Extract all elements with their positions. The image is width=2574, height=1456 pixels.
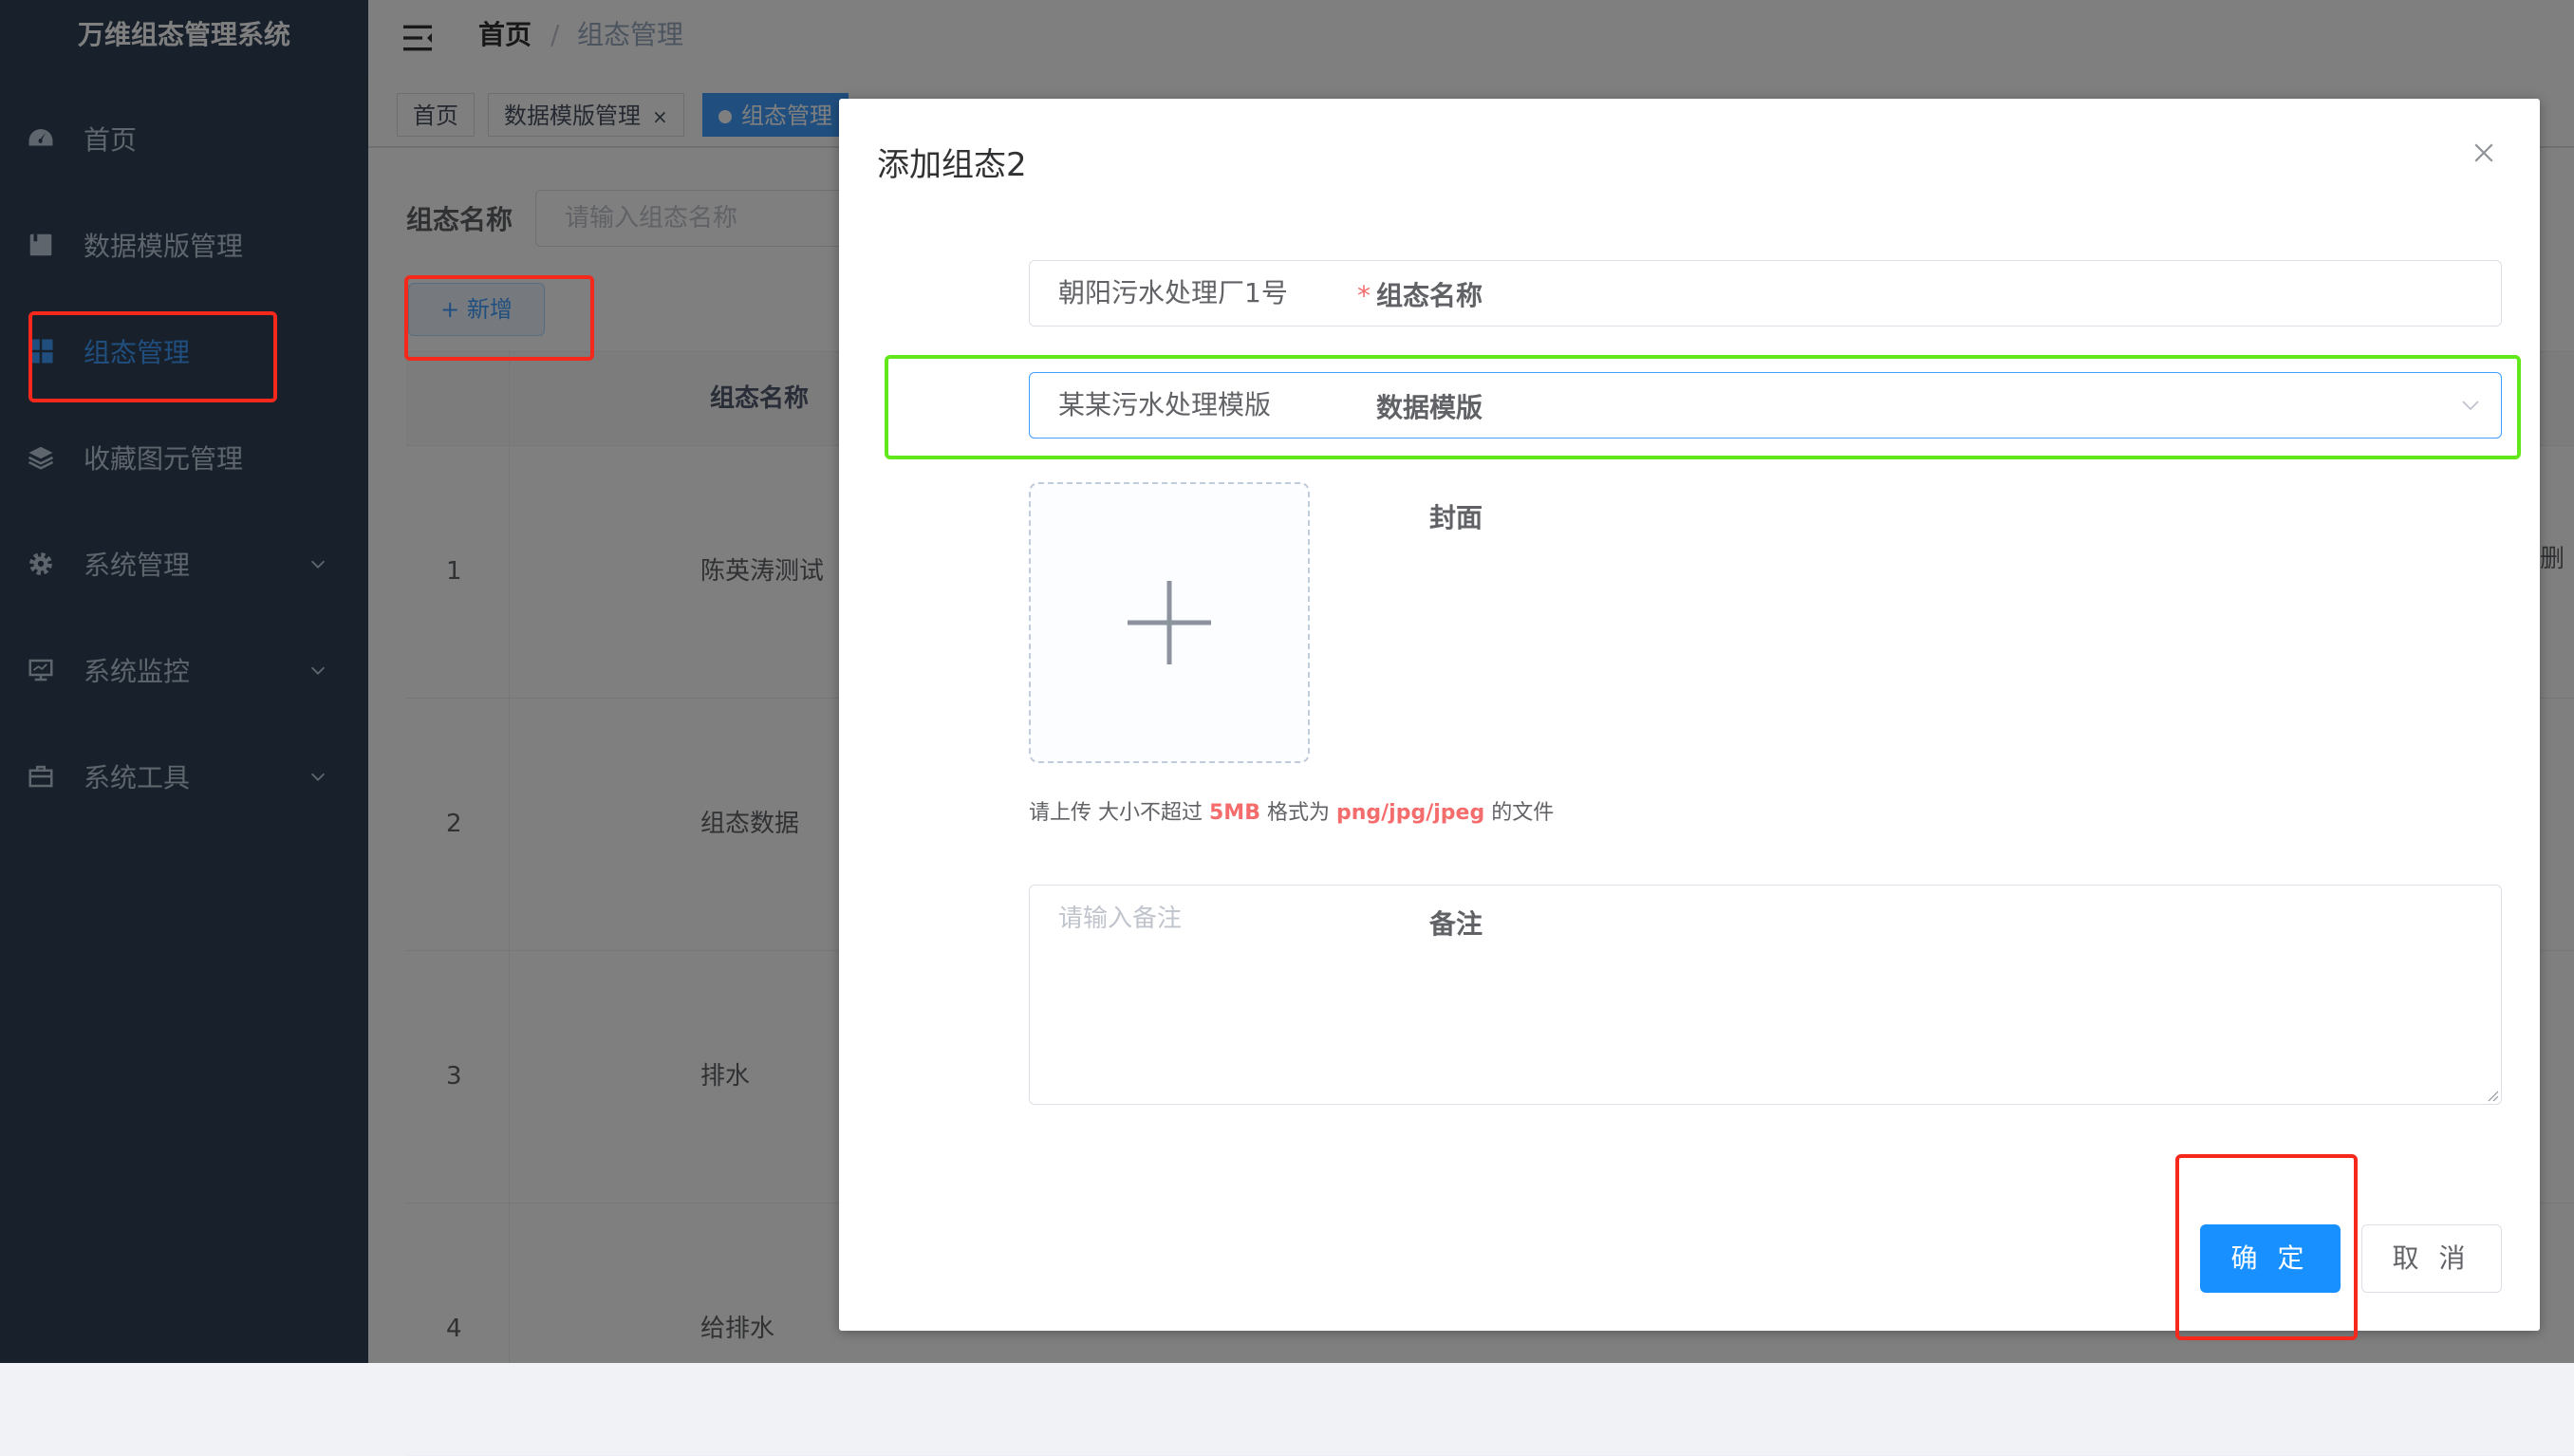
cancel-button[interactable]: 取 消 xyxy=(2361,1224,2502,1293)
upload-tip-suffix: 的文件 xyxy=(1484,801,1555,825)
upload-tip-size: 5MB xyxy=(1209,801,1260,825)
add-config-dialog: 添加组态2 * 组态名称 朝阳污水处理厂1号 数据模版 某某污水处理模版 封面 请… xyxy=(839,99,2540,1331)
dialog-title: 添加组态2 xyxy=(877,146,1027,184)
close-icon[interactable] xyxy=(2470,139,2498,167)
annotation-box-confirm xyxy=(2175,1154,2358,1340)
upload-tip-middle: 格式为 xyxy=(1259,801,1336,825)
resize-handle-icon[interactable] xyxy=(2484,1087,2499,1102)
annotation-box-sidebar xyxy=(28,311,277,402)
annotation-box-add xyxy=(404,275,594,361)
upload-tip-formats: png/jpg/jpeg xyxy=(1335,801,1485,825)
cover-uploader[interactable] xyxy=(1029,482,1310,763)
upload-tip-prefix: 请上传 大小不超过 xyxy=(1029,801,1209,825)
remark-placeholder: 请输入备注 xyxy=(1058,905,1183,933)
annotation-box-template xyxy=(885,355,2521,459)
cover-field-label: 封面 xyxy=(1428,502,1483,533)
plus-icon xyxy=(1128,581,1211,664)
remark-textarea[interactable]: 请输入备注 xyxy=(1029,885,2502,1105)
name-input[interactable]: 朝阳污水处理厂1号 xyxy=(1029,260,2502,327)
upload-tip: 请上传 大小不超过 5MB 格式为 png/jpg/jpeg 的文件 xyxy=(1029,795,1554,826)
